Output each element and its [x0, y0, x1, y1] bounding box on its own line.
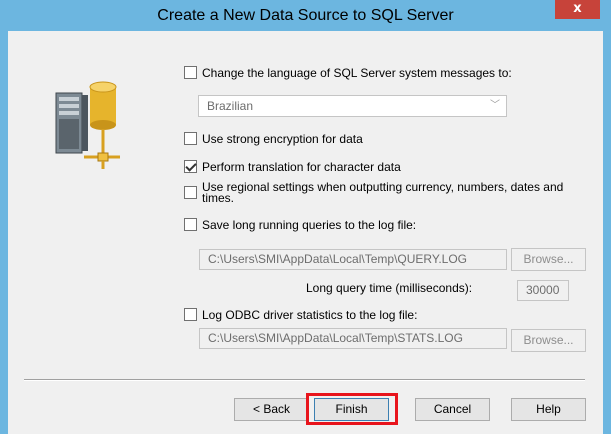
close-button[interactable]: x	[555, 0, 600, 19]
long-query-time-field[interactable]: 30000	[517, 280, 569, 301]
long-queries-checkbox[interactable]	[184, 218, 197, 231]
back-button[interactable]: < Back	[234, 398, 309, 421]
query-log-path-field[interactable]: C:\Users\SMI\AppData\Local\Temp\QUERY.LO…	[199, 249, 507, 270]
long-query-time-label: Long query time (milliseconds):	[306, 281, 473, 295]
help-button[interactable]: Help	[511, 398, 586, 421]
regional-settings-label: Use regional settings when outputting cu…	[202, 180, 563, 205]
dialog-window: Create a New Data Source to SQL Server x	[0, 0, 611, 434]
browse-stats-log-button[interactable]: Browse...	[511, 329, 586, 352]
odbc-stats-row[interactable]: Log ODBC driver statistics to the log fi…	[184, 308, 417, 322]
translation-row[interactable]: Perform translation for character data	[184, 160, 401, 174]
change-language-label: Change the language of SQL Server system…	[202, 66, 512, 80]
browse-query-log-button[interactable]: Browse...	[511, 248, 586, 271]
window-title: Create a New Data Source to SQL Server	[157, 7, 454, 24]
separator	[24, 379, 585, 381]
change-language-checkbox[interactable]	[184, 66, 197, 79]
regional-settings-label-line1: Use regional settings when outputting cu…	[202, 180, 564, 194]
translation-label: Perform translation for character data	[202, 160, 401, 174]
regional-settings-row[interactable]: Use regional settings when outputting cu…	[184, 180, 563, 205]
odbc-stats-checkbox[interactable]	[184, 308, 197, 321]
regional-settings-checkbox[interactable]	[184, 186, 197, 199]
cancel-button[interactable]: Cancel	[415, 398, 490, 421]
strong-encryption-checkbox[interactable]	[184, 132, 197, 145]
database-server-icon	[54, 79, 124, 174]
long-queries-row[interactable]: Save long running queries to the log fil…	[184, 218, 416, 232]
long-queries-label: Save long running queries to the log fil…	[202, 218, 417, 232]
odbc-stats-label: Log ODBC driver statistics to the log fi…	[202, 308, 418, 322]
dialog-body: Change the language of SQL Server system…	[8, 31, 603, 434]
language-select-value: Brazilian	[207, 99, 254, 113]
translation-checkbox[interactable]	[184, 160, 197, 173]
language-select[interactable]: Brazilian ﹀	[198, 95, 507, 117]
strong-encryption-row[interactable]: Use strong encryption for data	[184, 132, 363, 146]
change-language-row[interactable]: Change the language of SQL Server system…	[184, 66, 512, 80]
finish-highlight-box	[306, 393, 398, 425]
stats-log-path-field[interactable]: C:\Users\SMI\AppData\Local\Temp\STATS.LO…	[199, 328, 507, 349]
strong-encryption-label: Use strong encryption for data	[202, 132, 363, 146]
chevron-down-icon: ﹀	[490, 100, 500, 111]
